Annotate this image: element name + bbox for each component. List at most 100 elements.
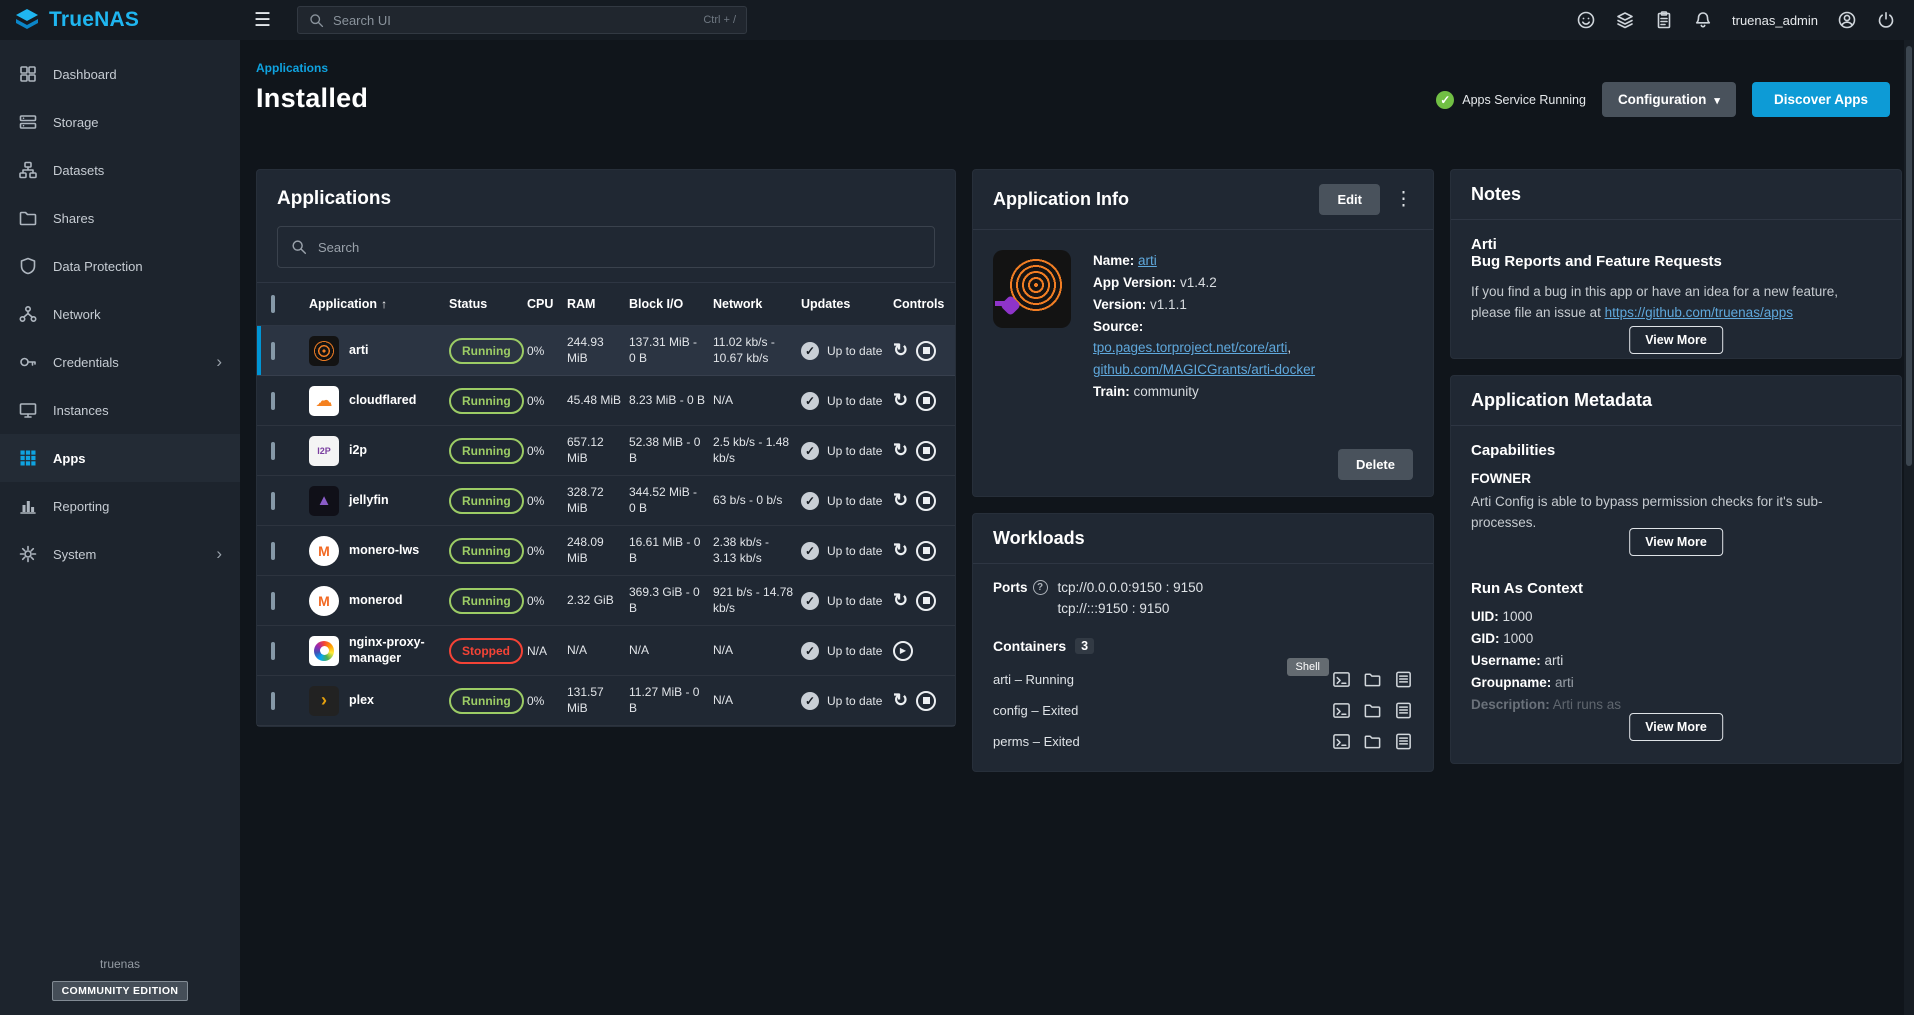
- discover-apps-button[interactable]: Discover Apps: [1752, 82, 1890, 117]
- power-icon[interactable]: [1876, 10, 1896, 30]
- stop-button[interactable]: [916, 691, 936, 711]
- folder-icon: [18, 208, 38, 228]
- stop-button[interactable]: [916, 441, 936, 461]
- notes-view-more-button[interactable]: View More: [1629, 326, 1723, 354]
- stop-button[interactable]: [916, 391, 936, 411]
- port-mapping: tcp://0.0.0.0:9150 : 9150: [1058, 580, 1204, 595]
- sidebar-item-datasets[interactable]: Datasets: [0, 146, 240, 194]
- run-as-view-more-button[interactable]: View More: [1629, 713, 1723, 741]
- sidebar-item-data-protection[interactable]: Data Protection: [0, 242, 240, 290]
- logged-in-username[interactable]: truenas_admin: [1732, 13, 1818, 28]
- up-to-date-icon: ✓: [801, 442, 819, 460]
- configuration-button[interactable]: Configuration▾: [1602, 82, 1736, 117]
- scrollbar-thumb[interactable]: [1906, 46, 1912, 466]
- restart-button[interactable]: ↻: [893, 540, 908, 561]
- global-search[interactable]: Ctrl + /: [297, 6, 747, 34]
- stop-button[interactable]: [916, 591, 936, 611]
- delete-button[interactable]: Delete: [1338, 449, 1413, 480]
- view-logs-icon[interactable]: [1394, 701, 1413, 720]
- source-link-1[interactable]: tpo.pages.torproject.net/core/arti: [1093, 340, 1287, 355]
- restart-button[interactable]: ↻: [893, 690, 908, 711]
- monerod-app-icon: M: [309, 586, 339, 616]
- stop-button[interactable]: [916, 491, 936, 511]
- table-row-cloudflared[interactable]: ☁cloudflared Running 0% 45.48 MiB 8.23 M…: [257, 376, 955, 426]
- containers-heading: Containers 3: [993, 638, 1413, 654]
- browse-files-icon[interactable]: [1363, 732, 1382, 751]
- kebab-menu-icon[interactable]: ⋮: [1394, 188, 1413, 211]
- page-scrollbar[interactable]: [1904, 40, 1914, 1015]
- ports-help-icon[interactable]: ?: [1033, 580, 1048, 595]
- notes-app-heading: Arti: [1471, 236, 1881, 253]
- sidebar-label: Instances: [53, 403, 109, 418]
- edit-button[interactable]: Edit: [1319, 184, 1380, 215]
- app-name-link[interactable]: arti: [1138, 253, 1157, 268]
- breadcrumb[interactable]: Applications: [256, 61, 328, 75]
- restart-button[interactable]: ↻: [893, 490, 908, 511]
- sidebar-label: Network: [53, 307, 101, 322]
- row-checkbox[interactable]: [271, 592, 275, 610]
- network-icon: [18, 304, 38, 324]
- table-search[interactable]: [277, 226, 935, 268]
- browse-files-icon[interactable]: [1363, 701, 1382, 720]
- row-checkbox[interactable]: [271, 392, 275, 410]
- app-name-field: Name: arti: [1093, 250, 1413, 272]
- shell-icon[interactable]: [1332, 701, 1351, 720]
- sidebar-item-shares[interactable]: Shares: [0, 194, 240, 242]
- table-row-nginx-proxy-manager[interactable]: nginx-proxy-manager Stopped N/A N/A N/A …: [257, 626, 955, 676]
- table-search-input[interactable]: [318, 240, 922, 255]
- view-logs-icon[interactable]: [1394, 732, 1413, 751]
- container-row-config: config – Exited: [993, 695, 1413, 726]
- restart-button[interactable]: ↻: [893, 590, 908, 611]
- restart-button[interactable]: ↻: [893, 390, 908, 411]
- shell-icon[interactable]: [1332, 670, 1351, 689]
- chevron-right-icon: ›: [216, 352, 222, 372]
- row-checkbox[interactable]: [271, 692, 275, 710]
- stop-button[interactable]: [916, 341, 936, 361]
- sidebar-item-storage[interactable]: Storage: [0, 98, 240, 146]
- table-row-plex[interactable]: ›plex Running 0% 131.57 MiB 11.27 MiB - …: [257, 676, 955, 726]
- sidebar-item-instances[interactable]: Instances: [0, 386, 240, 434]
- row-checkbox[interactable]: [271, 342, 275, 360]
- sidebar-item-apps[interactable]: Apps: [0, 434, 240, 482]
- sidebar-item-system[interactable]: System ›: [0, 530, 240, 578]
- start-button[interactable]: ▶: [893, 641, 913, 661]
- run-as-section-title: Run As Context: [1471, 580, 1881, 597]
- alerts-bell-icon[interactable]: [1693, 10, 1713, 30]
- stacks-icon[interactable]: [1615, 10, 1635, 30]
- up-to-date-icon: ✓: [801, 342, 819, 360]
- truenas-logo[interactable]: TrueNAS: [0, 7, 240, 33]
- row-checkbox[interactable]: [271, 492, 275, 510]
- source-link-2[interactable]: github.com/MAGICGrants/arti-docker: [1093, 362, 1315, 377]
- truenas-logo-icon: [14, 7, 40, 33]
- sidebar-toggle-button[interactable]: ☰: [254, 9, 271, 32]
- issues-link[interactable]: https://github.com/truenas/apps: [1605, 305, 1793, 320]
- table-row-jellyfin[interactable]: ▲jellyfin Running 0% 328.72 MiB 344.52 M…: [257, 476, 955, 526]
- select-all-checkbox[interactable]: [271, 295, 275, 313]
- view-logs-icon[interactable]: [1394, 670, 1413, 689]
- capabilities-view-more-button[interactable]: View More: [1629, 528, 1723, 556]
- column-application[interactable]: Application↑: [309, 297, 449, 311]
- table-row-monerod[interactable]: Mmonerod Running 0% 2.32 GiB 369.3 GiB -…: [257, 576, 955, 626]
- datasets-icon: [18, 160, 38, 180]
- sidebar-item-dashboard[interactable]: Dashboard: [0, 50, 240, 98]
- table-row-monero-lws[interactable]: Mmonero-lws Running 0% 248.09 MiB 16.61 …: [257, 526, 955, 576]
- jobs-clipboard-icon[interactable]: [1654, 10, 1674, 30]
- stop-button[interactable]: [916, 541, 936, 561]
- shell-icon[interactable]: [1332, 732, 1351, 751]
- feedback-smiley-icon[interactable]: [1576, 10, 1596, 30]
- table-row-arti[interactable]: arti Running 0% 244.93 MiB 137.31 MiB - …: [257, 326, 955, 376]
- row-checkbox[interactable]: [271, 542, 275, 560]
- row-checkbox[interactable]: [271, 642, 275, 660]
- sidebar-item-credentials[interactable]: Credentials ›: [0, 338, 240, 386]
- restart-button[interactable]: ↻: [893, 440, 908, 461]
- sidebar-item-network[interactable]: Network: [0, 290, 240, 338]
- browse-files-icon[interactable]: [1363, 670, 1382, 689]
- status-badge: Running: [449, 488, 524, 514]
- sidebar-item-reporting[interactable]: Reporting: [0, 482, 240, 530]
- table-row-i2p[interactable]: I2Pi2p Running 0% 657.12 MiB 52.38 MiB -…: [257, 426, 955, 476]
- user-avatar-icon[interactable]: [1837, 10, 1857, 30]
- restart-button[interactable]: ↻: [893, 340, 908, 361]
- row-checkbox[interactable]: [271, 442, 275, 460]
- storage-icon: [18, 112, 38, 132]
- global-search-input[interactable]: [333, 13, 695, 28]
